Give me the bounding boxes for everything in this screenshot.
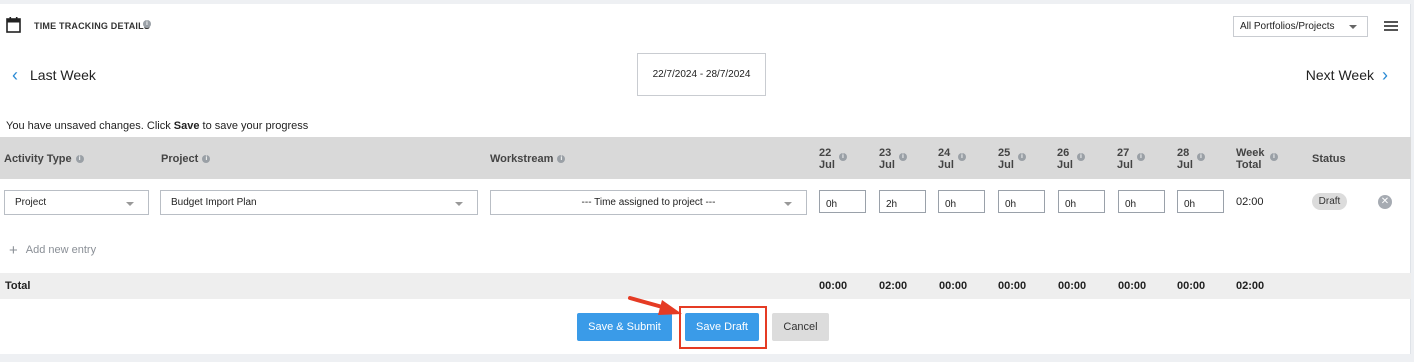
info-icon[interactable]: i [1018, 153, 1026, 161]
date-range-picker[interactable]: 22/7/2024 - 28/7/2024 [637, 53, 766, 96]
column-day-23: 23 Jul i [879, 147, 907, 171]
column-day-27: 27 Jul i [1117, 147, 1145, 171]
hours-input-25-jul[interactable] [998, 190, 1045, 213]
column-day-24: 24 Jul i [938, 147, 966, 171]
annotation-arrow-icon [628, 296, 682, 315]
hours-input-27-jul[interactable] [1118, 190, 1165, 213]
annotation-highlight-box [679, 306, 767, 349]
workstream-select[interactable]: --- Time assigned to project --- [490, 190, 807, 215]
info-icon[interactable]: i [75, 155, 84, 164]
column-status: Status [1312, 153, 1346, 165]
info-icon[interactable]: i [1077, 153, 1085, 161]
info-icon[interactable]: i [839, 153, 847, 161]
status-badge: Draft [1312, 193, 1347, 210]
info-icon[interactable]: i [1197, 153, 1205, 161]
chevron-down-icon [1349, 25, 1357, 29]
info-icon[interactable]: i [958, 153, 966, 161]
time-tracking-panel: TIME TRACKING DETAILS i All Portfolios/P… [0, 4, 1411, 354]
column-day-25: 25 Jul i [998, 147, 1026, 171]
last-week-label: Last Week [30, 67, 96, 83]
hours-input-23-jul[interactable] [879, 190, 926, 213]
total-week: 02:00 [1236, 280, 1265, 292]
project-select[interactable]: Budget Import Plan [160, 190, 478, 215]
chevron-down-icon [126, 202, 134, 206]
info-icon[interactable]: i [557, 155, 566, 164]
chevron-left-icon: ‹ [12, 65, 18, 85]
total-label: Total [5, 280, 31, 292]
info-icon[interactable]: i [1137, 153, 1145, 161]
portfolio-select-value: All Portfolios/Projects [1240, 21, 1335, 32]
column-day-22: 22 Jul i [819, 147, 847, 171]
last-week-button[interactable]: ‹ Last Week [12, 66, 96, 84]
plus-icon: + [9, 242, 18, 259]
hours-input-26-jul[interactable] [1058, 190, 1105, 213]
table-header: Activity Type i Project i Workstream i 22 Ju… [0, 137, 1411, 179]
next-week-button[interactable]: Next Week › [1306, 66, 1388, 84]
chevron-down-icon [455, 202, 463, 206]
chevron-down-icon [784, 202, 792, 206]
unsaved-changes-notice: You have unsaved changes. Click Save to … [6, 120, 309, 132]
chevron-right-icon: › [1382, 65, 1388, 85]
remove-entry-icon[interactable]: ✕ [1378, 195, 1392, 209]
info-icon[interactable]: i [1270, 153, 1278, 161]
column-week-total: Week Total i [1236, 147, 1278, 171]
cancel-button[interactable]: Cancel [772, 313, 829, 341]
add-new-entry-button[interactable]: + Add new entry [9, 242, 96, 259]
total-22-jul: 00:00 [819, 280, 848, 292]
totals-row: Total 00:00 02:00 00:00 00:00 00:00 00:0… [0, 273, 1411, 299]
column-workstream: Workstream i [490, 153, 566, 165]
total-24-jul: 00:00 [939, 280, 968, 292]
entry-week-total: 02:00 [1236, 196, 1264, 208]
activity-type-select[interactable]: Project [4, 190, 149, 215]
info-icon[interactable]: i [143, 20, 151, 28]
portfolio-select[interactable]: All Portfolios/Projects [1233, 16, 1368, 37]
column-day-28: 28 Jul i [1177, 147, 1205, 171]
menu-icon[interactable] [1384, 21, 1398, 31]
info-icon[interactable]: i [899, 153, 907, 161]
hours-input-24-jul[interactable] [938, 190, 985, 213]
total-26-jul: 00:00 [1058, 280, 1087, 292]
page-title: TIME TRACKING DETAILS [34, 21, 151, 31]
total-27-jul: 00:00 [1118, 280, 1147, 292]
hours-input-28-jul[interactable] [1177, 190, 1224, 213]
column-activity-type: Activity Type i [4, 153, 84, 165]
total-28-jul: 00:00 [1177, 280, 1206, 292]
calendar-icon [6, 17, 21, 33]
total-23-jul: 02:00 [879, 280, 908, 292]
info-icon[interactable]: i [202, 155, 211, 164]
hours-input-22-jul[interactable] [819, 190, 866, 213]
next-week-label: Next Week [1305, 67, 1374, 83]
total-25-jul: 00:00 [998, 280, 1027, 292]
column-project: Project i [161, 153, 211, 165]
column-day-26: 26 Jul i [1057, 147, 1085, 171]
